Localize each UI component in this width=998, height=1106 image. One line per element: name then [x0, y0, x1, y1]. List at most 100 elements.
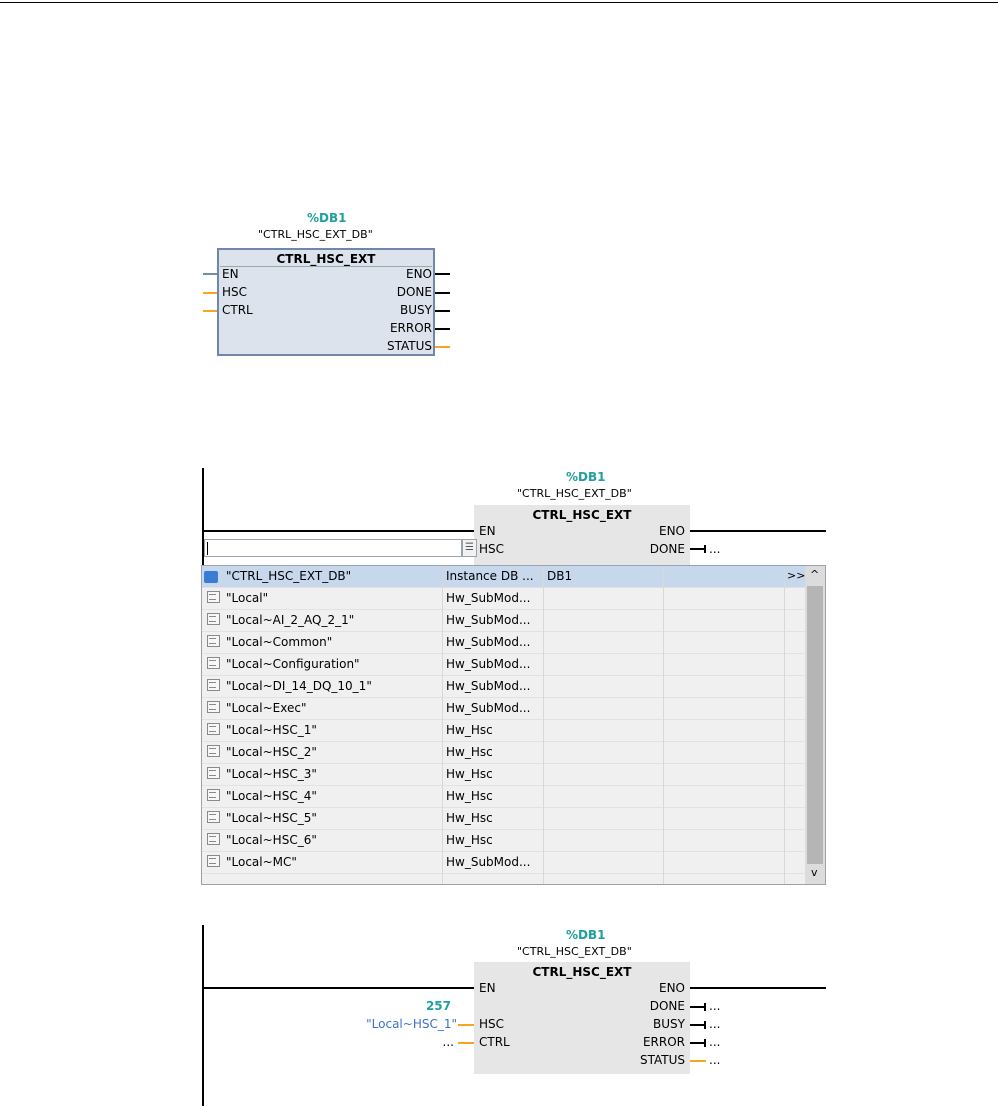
error-value[interactable]: ...: [709, 1035, 720, 1049]
done-value[interactable]: ...: [709, 999, 720, 1013]
status-value[interactable]: ...: [709, 1053, 720, 1067]
wire-status-out: [435, 346, 450, 348]
tag-name-cell: "Local~HSC_6": [226, 833, 317, 847]
wire-hsc-in: [458, 1024, 474, 1026]
function-block-box[interactable]: CTRL_HSC_EXT: [474, 505, 690, 565]
vertical-scrollbar[interactable]: ^ v: [805, 566, 825, 884]
tag-type-cell: Hw_SubMod...: [446, 591, 531, 605]
block-title: CTRL_HSC_EXT: [276, 252, 376, 266]
pin-status[interactable]: STATUS: [640, 1053, 685, 1067]
pin-done[interactable]: DONE: [397, 285, 432, 299]
pin-busy[interactable]: BUSY: [653, 1017, 685, 1031]
tag-type-cell: Hw_SubMod...: [446, 613, 531, 627]
list-item[interactable]: "Local~Configuration" Hw_SubMod...: [202, 654, 806, 676]
done-value[interactable]: ...: [709, 542, 720, 556]
tag-type-cell: Hw_Hsc: [446, 745, 493, 759]
list-item[interactable]: "Local~Exec" Hw_SubMod...: [202, 698, 806, 720]
pin-status[interactable]: STATUS: [387, 339, 432, 353]
wire-error-out: [690, 1042, 704, 1044]
wire-eno-out: [435, 273, 450, 275]
power-rail: [202, 925, 204, 1106]
tag-address-cell: [547, 720, 662, 741]
tag-name-cell: "Local~Exec": [226, 701, 307, 715]
pin-eno[interactable]: ENO: [659, 524, 685, 538]
tag-input-field[interactable]: [204, 539, 462, 557]
pin-done[interactable]: DONE: [650, 542, 685, 556]
pin-en[interactable]: EN: [479, 981, 496, 995]
tag-name-cell: "Local~AI_2_AQ_2_1": [226, 613, 355, 627]
scroll-down-icon[interactable]: v: [811, 866, 818, 879]
tag-address-cell: [547, 742, 662, 763]
hardware-icon: [204, 808, 224, 829]
tag-name-cell: "Local~HSC_2": [226, 745, 317, 759]
pin-hsc[interactable]: HSC: [479, 542, 504, 556]
expand-columns-button[interactable]: >>: [787, 569, 805, 582]
open-end-cap: [704, 1021, 706, 1029]
list-item[interactable]: "Local~HSC_5" Hw_Hsc: [202, 808, 806, 830]
tag-name-cell: "Local~HSC_4": [226, 789, 317, 803]
pin-done[interactable]: DONE: [650, 999, 685, 1013]
pin-hsc[interactable]: HSC: [479, 1017, 504, 1031]
tag-name-cell: "Local~HSC_5": [226, 811, 317, 825]
pin-busy[interactable]: BUSY: [400, 303, 432, 317]
scroll-up-icon[interactable]: ^: [810, 568, 819, 581]
list-item[interactable]: "Local~HSC_4" Hw_Hsc: [202, 786, 806, 808]
wire-error-out: [435, 328, 450, 330]
hardware-icon: [204, 632, 224, 653]
list-item[interactable]: "Local~HSC_1" Hw_Hsc: [202, 720, 806, 742]
pin-eno[interactable]: ENO: [406, 267, 432, 281]
list-item[interactable]: "Local~MC" Hw_SubMod...: [202, 852, 806, 874]
tag-type-cell: Hw_Hsc: [446, 811, 493, 825]
hardware-icon: [204, 588, 224, 609]
list-item[interactable]: "Local~HSC_6" Hw_Hsc: [202, 830, 806, 852]
list-item[interactable]: "Local~HSC_3" Hw_Hsc: [202, 764, 806, 786]
hsc-tag-value[interactable]: "Local~HSC_1": [366, 1017, 457, 1031]
ctrl-value[interactable]: ...: [443, 1035, 454, 1049]
pin-eno[interactable]: ENO: [659, 981, 685, 995]
pin-error[interactable]: ERROR: [643, 1035, 685, 1049]
wire-busy-out: [690, 1024, 704, 1026]
tag-list-button[interactable]: ☰: [462, 539, 477, 557]
tag-address-cell: [547, 610, 662, 631]
scrollbar-thumb[interactable]: [807, 586, 823, 864]
tag-type-cell: Hw_SubMod...: [446, 855, 531, 869]
db-instance-name: "CTRL_HSC_EXT_DB": [517, 945, 632, 958]
pin-ctrl[interactable]: CTRL: [479, 1035, 510, 1049]
tag-name-cell: "Local~HSC_3": [226, 767, 317, 781]
tag-address-cell: DB1: [547, 569, 573, 583]
tag-name-cell: "Local~MC": [226, 855, 297, 869]
tag-type-cell: Hw_Hsc: [446, 767, 493, 781]
rung-wire-right: [690, 530, 826, 532]
tag-address-cell: [547, 808, 662, 829]
wire-done-out: [435, 292, 450, 294]
tag-type-cell: Hw_Hsc: [446, 789, 493, 803]
pin-en[interactable]: EN: [222, 267, 239, 281]
pin-ctrl[interactable]: CTRL: [222, 303, 253, 317]
pin-error[interactable]: ERROR: [390, 321, 432, 335]
wire-ctrl-in: [458, 1042, 474, 1044]
tag-type-cell: Hw_Hsc: [446, 833, 493, 847]
list-item[interactable]: "Local~DI_14_DQ_10_1" Hw_SubMod...: [202, 676, 806, 698]
hardware-icon: [204, 786, 224, 807]
hardware-icon: [204, 698, 224, 719]
col-divider: [442, 566, 443, 884]
list-item[interactable]: "Local~Common" Hw_SubMod...: [202, 632, 806, 654]
tag-type-cell: Hw_SubMod...: [446, 635, 531, 649]
wire-busy-out: [435, 310, 450, 312]
hsc-hw-id-value: 257: [425, 999, 451, 1013]
busy-value[interactable]: ...: [709, 1017, 720, 1031]
list-item[interactable]: "Local~AI_2_AQ_2_1" Hw_SubMod...: [202, 610, 806, 632]
wire-done-out: [690, 1006, 704, 1008]
tag-dropdown-list[interactable]: "CTRL_HSC_EXT_DB" Instance DB ... DB1 "Loca…: [201, 565, 826, 885]
pin-hsc[interactable]: HSC: [222, 285, 247, 299]
open-end-cap: [704, 1039, 706, 1047]
hardware-icon: [204, 720, 224, 741]
pin-en[interactable]: EN: [479, 524, 496, 538]
list-item[interactable]: "CTRL_HSC_EXT_DB" Instance DB ... DB1: [202, 566, 806, 588]
rung-wire-left: [204, 987, 474, 989]
hardware-icon: [204, 610, 224, 631]
list-item[interactable]: "Local" Hw_SubMod...: [202, 588, 806, 610]
list-item[interactable]: "Local~HSC_2" Hw_Hsc: [202, 742, 806, 764]
tag-type-cell: Instance DB ...: [446, 569, 534, 583]
tag-address-cell: [547, 654, 662, 675]
